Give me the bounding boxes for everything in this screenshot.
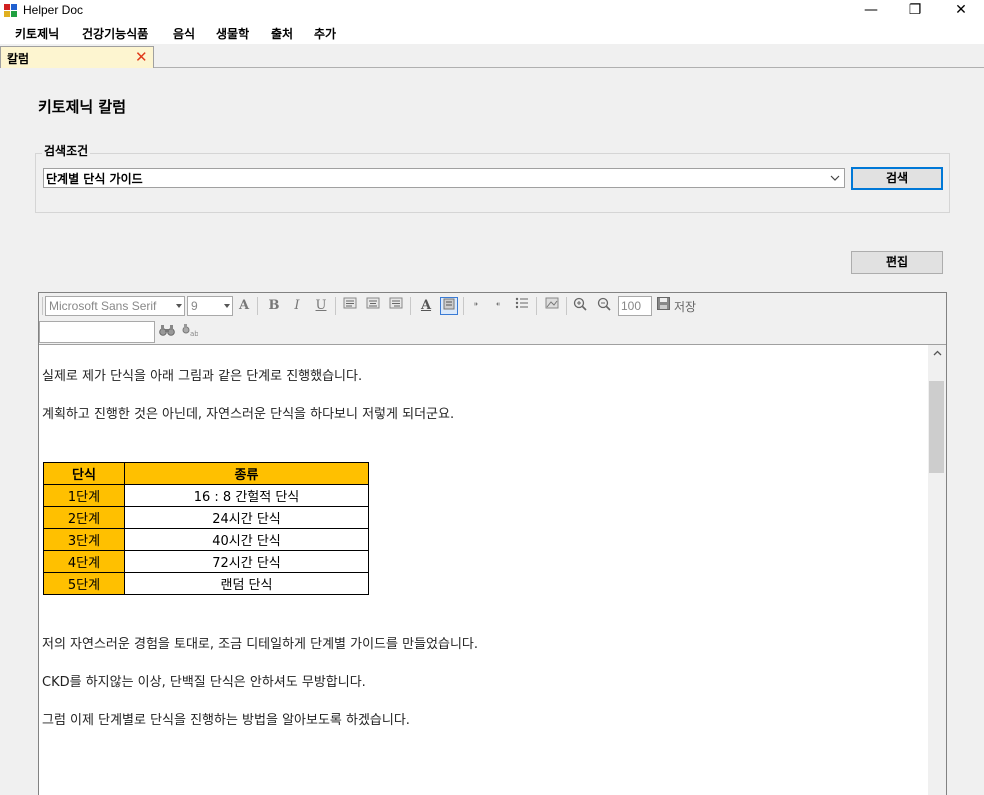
table-cell: 2단계 — [43, 506, 125, 529]
minimize-button[interactable]: — — [848, 0, 894, 22]
table-row: 1단계 16 : 8 간헐적 단식 — [43, 484, 369, 507]
table-row: 2단계 24시간 단식 — [43, 506, 369, 529]
table-row: 4단계 72시간 단식 — [43, 550, 369, 573]
bullet-list-icon[interactable] — [513, 297, 531, 315]
scroll-thumb[interactable] — [929, 381, 944, 473]
fasting-stage-table: 단식 종류 1단계 16 : 8 간헐적 단식 2단계 24시간 단식 3단계 … — [43, 462, 369, 595]
align-right-icon[interactable] — [387, 297, 405, 315]
font-size-value: 9 — [191, 299, 198, 313]
rich-text-editor: Microsoft Sans Serif 9 A B I U A ⁍ ⁌ 100… — [38, 292, 947, 795]
table-cell: 40시간 단식 — [124, 528, 369, 551]
underline-icon[interactable]: U — [312, 297, 330, 315]
outdent-icon[interactable]: ⁍ — [467, 297, 485, 315]
table-cell: 24시간 단식 — [124, 506, 369, 529]
chevron-down-icon — [830, 175, 840, 181]
column-select[interactable]: 단계별 단식 가이드 — [43, 168, 845, 188]
save-label[interactable]: 저장 — [674, 298, 696, 315]
font-size-select[interactable]: 9 — [187, 296, 233, 316]
table-cell: 랜덤 단식 — [124, 572, 369, 595]
table-header: 종류 — [124, 462, 369, 485]
paragraph: 저의 자연스러운 경험을 토대로, 조금 디테일하게 단계별 가이드를 만들었습… — [42, 637, 479, 652]
column-select-value: 단계별 단식 가이드 — [46, 172, 143, 186]
paragraph: 계획하고 진행한 것은 아닌데, 자연스러운 단식을 하다보니 저렇게 되더군요… — [42, 407, 455, 422]
tab-column[interactable]: 칼럼 ✕ — [0, 46, 154, 68]
menu-food[interactable]: 음식 — [173, 25, 195, 42]
vertical-scrollbar[interactable] — [928, 345, 946, 795]
scroll-up-icon[interactable] — [928, 347, 946, 361]
menu-add[interactable]: 추가 — [314, 25, 336, 42]
table-header-row: 단식 종류 — [43, 462, 369, 485]
app-icon — [4, 4, 18, 18]
font-color-icon[interactable]: A — [417, 297, 435, 315]
table-cell: 72시간 단식 — [124, 550, 369, 573]
page-title: 키토제닉 칼럼 — [38, 98, 127, 116]
editor-content[interactable]: 실제로 제가 단식을 아래 그림과 같은 단계로 진행했습니다. 계획하고 진행… — [39, 345, 928, 795]
svg-text:ab: ab — [190, 330, 198, 337]
search-group-label: 검색조건 — [42, 142, 91, 159]
table-cell: 3단계 — [43, 528, 125, 551]
paragraph: 그럼 이제 단계별로 단식을 진행하는 방법을 알아보도록 하겠습니다. — [42, 713, 410, 728]
find-replace-icon[interactable]: ab — [181, 323, 199, 341]
title-bar: Helper Doc — ❐ ✕ — [0, 0, 984, 22]
menu-ketogenic[interactable]: 키토제닉 — [15, 25, 59, 42]
font-family-select[interactable]: Microsoft Sans Serif — [45, 296, 185, 316]
table-row: 5단계 랜덤 단식 — [43, 572, 369, 595]
table-row: 3단계 40시간 단식 — [43, 528, 369, 551]
formatting-toolbar: Microsoft Sans Serif 9 A B I U A ⁍ ⁌ 100… — [39, 293, 946, 319]
save-icon[interactable] — [654, 297, 672, 315]
search-button[interactable]: 검색 — [851, 167, 943, 190]
tab-strip: 칼럼 ✕ — [0, 44, 984, 68]
align-center-icon[interactable] — [364, 297, 382, 315]
highlight-icon[interactable] — [440, 297, 458, 315]
paragraph: 실제로 제가 단식을 아래 그림과 같은 단계로 진행했습니다. — [42, 369, 363, 384]
menu-biology[interactable]: 생물학 — [216, 25, 249, 42]
zoom-out-icon[interactable] — [595, 297, 613, 315]
align-left-icon[interactable] — [341, 297, 359, 315]
find-input[interactable] — [39, 321, 155, 343]
font-family-value: Microsoft Sans Serif — [49, 299, 157, 313]
zoom-input[interactable]: 100 — [618, 296, 652, 316]
window-title: Helper Doc — [23, 3, 84, 17]
table-cell: 4단계 — [43, 550, 125, 573]
find-toolbar: ab — [39, 319, 946, 345]
zoom-in-icon[interactable] — [571, 297, 589, 315]
table-cell: 16 : 8 간헐적 단식 — [124, 484, 369, 507]
maximize-button[interactable]: ❐ — [892, 0, 938, 22]
font-grow-icon[interactable]: A — [235, 297, 253, 315]
table-cell: 5단계 — [43, 572, 125, 595]
table-header: 단식 — [43, 462, 125, 485]
tab-label: 칼럼 — [7, 52, 30, 66]
find-icon[interactable] — [158, 323, 176, 341]
insert-image-icon[interactable] — [543, 297, 561, 315]
menu-sources[interactable]: 출처 — [271, 25, 293, 42]
edit-button[interactable]: 편집 — [851, 251, 943, 274]
close-button[interactable]: ✕ — [938, 0, 984, 22]
indent-icon[interactable]: ⁌ — [489, 297, 507, 315]
tab-close-icon[interactable]: ✕ — [135, 48, 148, 66]
table-cell: 1단계 — [43, 484, 125, 507]
menu-health-supplements[interactable]: 건강기능식품 — [82, 25, 148, 42]
paragraph: CKD를 하지않는 이상, 단백질 단식은 안하셔도 무방합니다. — [42, 675, 366, 690]
bold-icon[interactable]: B — [265, 297, 283, 315]
italic-icon[interactable]: I — [288, 297, 306, 315]
menu-bar: 키토제닉 건강기능식품 음식 생물학 출처 추가 — [0, 22, 984, 44]
